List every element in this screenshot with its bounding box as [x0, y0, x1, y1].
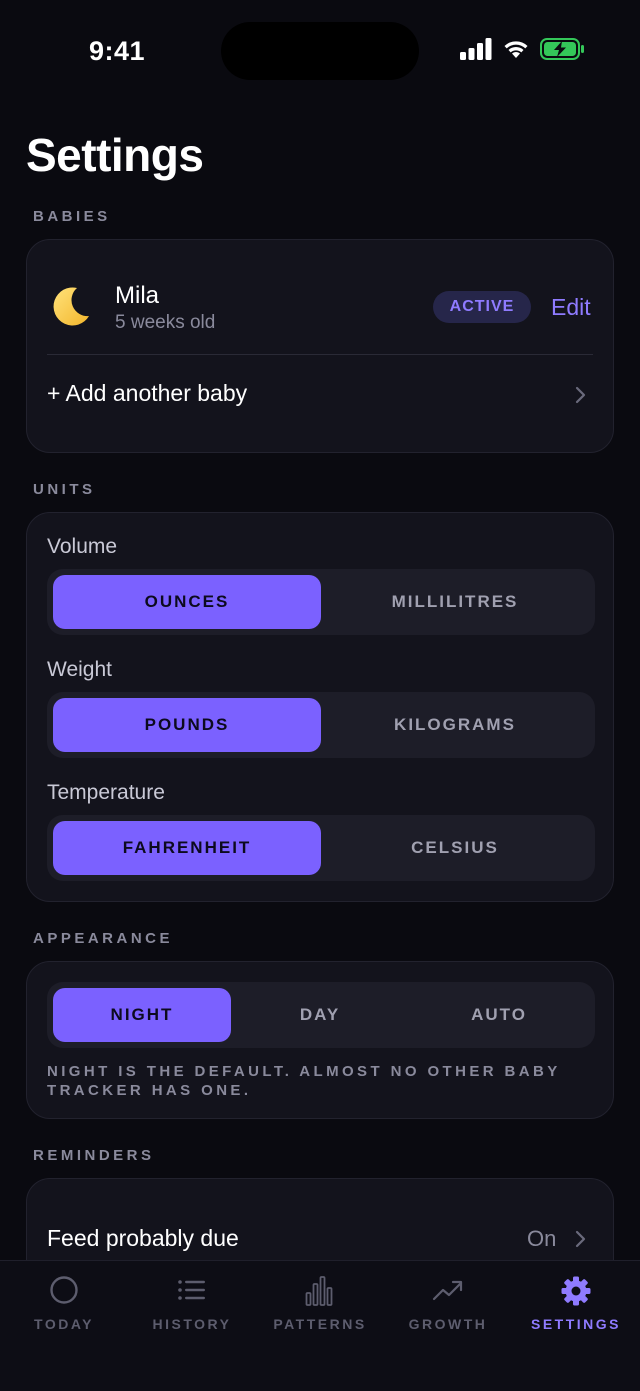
- status-bar: 9:41: [0, 0, 640, 100]
- section-label-reminders: REMINDERS: [33, 1147, 155, 1164]
- weight-label: Weight: [47, 658, 112, 681]
- appearance-option-day[interactable]: DAY: [231, 988, 409, 1042]
- chevron-right-icon: [575, 386, 586, 404]
- units-card: Volume OUNCES MILLILITRES Weight POUNDS …: [26, 512, 614, 902]
- section-label-babies: BABIES: [33, 208, 111, 225]
- active-badge: ACTIVE: [433, 291, 531, 323]
- section-label-units: UNITS: [33, 481, 96, 498]
- tab-growth[interactable]: GROWTH: [384, 1261, 512, 1361]
- section-label-appearance: APPEARANCE: [33, 930, 174, 947]
- tab-label: GROWTH: [408, 1316, 488, 1332]
- status-time: 9:41: [89, 36, 146, 66]
- baby-row[interactable]: Mila 5 weeks old ACTIVE Edit: [27, 240, 613, 354]
- tab-settings[interactable]: SETTINGS: [512, 1261, 640, 1361]
- page-title: Settings: [26, 129, 204, 181]
- chevron-right-icon: [575, 1230, 586, 1248]
- volume-label: Volume: [47, 535, 118, 558]
- tab-patterns[interactable]: PATTERNS: [256, 1261, 384, 1361]
- temperature-label: Temperature: [47, 781, 165, 804]
- volume-option-millilitres[interactable]: MILLILITRES: [321, 575, 589, 629]
- tab-history[interactable]: HISTORY: [128, 1261, 256, 1361]
- gear-icon: [561, 1276, 591, 1306]
- appearance-option-auto[interactable]: AUTO: [409, 988, 589, 1042]
- trend-up-icon: [432, 1280, 463, 1301]
- bar-chart-icon: [305, 1276, 333, 1306]
- weight-segmented-control: POUNDS KILOGRAMS: [47, 692, 595, 758]
- circle-icon: [50, 1276, 78, 1304]
- volume-option-ounces[interactable]: OUNCES: [53, 575, 321, 629]
- appearance-segmented-control: NIGHT DAY AUTO: [47, 982, 595, 1048]
- appearance-option-night[interactable]: NIGHT: [53, 988, 231, 1042]
- babies-card: Mila 5 weeks old ACTIVE Edit + Add anoth…: [26, 239, 614, 453]
- tab-label: HISTORY: [152, 1316, 232, 1332]
- add-baby-button[interactable]: + Add another baby: [47, 355, 595, 435]
- tab-today[interactable]: TODAY: [0, 1261, 128, 1361]
- edit-baby-button[interactable]: Edit: [551, 294, 591, 321]
- moon-icon: [53, 287, 89, 326]
- baby-age: 5 weeks old: [115, 312, 216, 333]
- dynamic-island: [221, 22, 419, 80]
- baby-name: Mila: [115, 282, 160, 309]
- reminder-value: On: [527, 1226, 557, 1251]
- temperature-segmented-control: FAHRENHEIT CELSIUS: [47, 815, 595, 881]
- temperature-option-fahrenheit[interactable]: FAHRENHEIT: [53, 821, 321, 875]
- temperature-option-celsius[interactable]: CELSIUS: [321, 821, 589, 875]
- tab-label: TODAY: [34, 1316, 94, 1332]
- volume-segmented-control: OUNCES MILLILITRES: [47, 569, 595, 635]
- weight-option-kilograms[interactable]: KILOGRAMS: [321, 698, 589, 752]
- status-icons: [460, 38, 586, 60]
- weight-option-pounds[interactable]: POUNDS: [53, 698, 321, 752]
- tab-label: SETTINGS: [530, 1316, 621, 1332]
- appearance-note: NIGHT IS THE DEFAULT. ALMOST NO OTHER BA…: [47, 1063, 561, 1099]
- reminder-label: Feed probably due: [47, 1225, 239, 1251]
- wifi-icon: [504, 41, 528, 58]
- tab-label: PATTERNS: [273, 1316, 367, 1332]
- add-baby-label: + Add another baby: [47, 380, 248, 406]
- cellular-signal-icon: [460, 38, 492, 60]
- appearance-card: NIGHT DAY AUTO NIGHT IS THE DEFAULT. ALM…: [26, 961, 614, 1119]
- list-icon: [178, 1280, 205, 1300]
- tab-bar: TODAY HISTORY PATTERNS GROWTH SETTINGS: [0, 1260, 640, 1391]
- battery-charging-icon: [540, 38, 584, 60]
